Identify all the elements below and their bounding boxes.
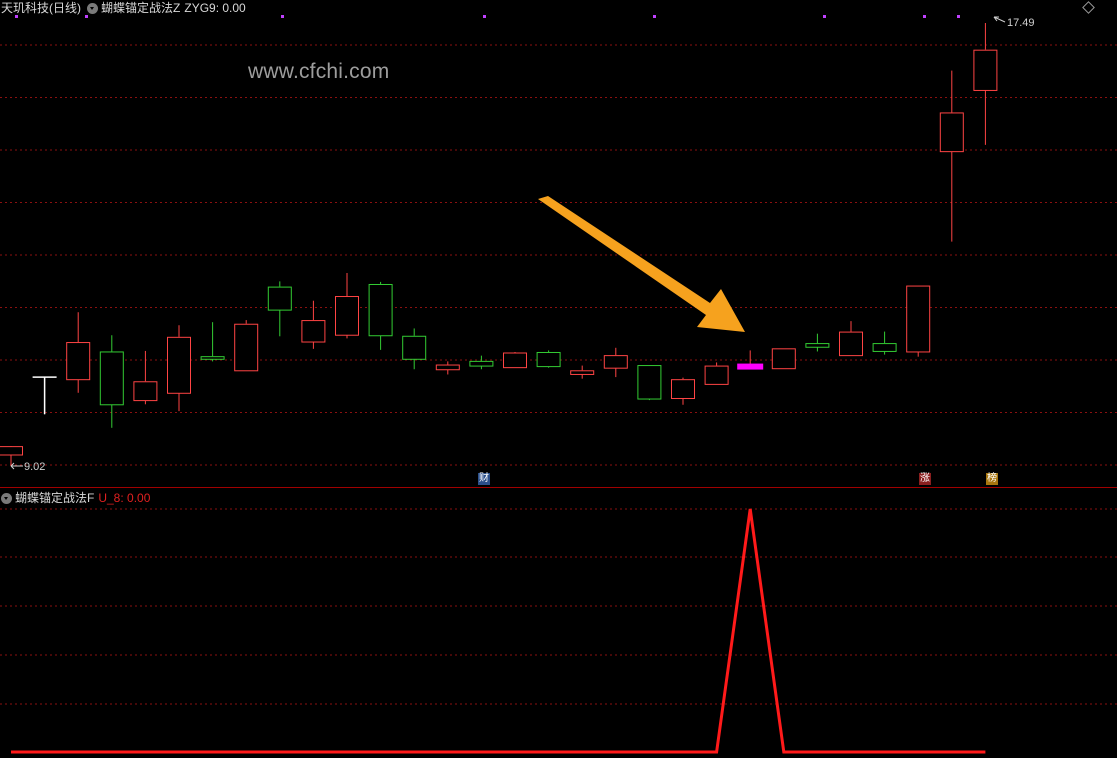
low-pointer bbox=[10, 462, 23, 470]
candle-body bbox=[167, 336, 191, 394]
chevron-down-icon[interactable] bbox=[87, 2, 99, 14]
marker-dot bbox=[281, 15, 284, 18]
indicator-grid bbox=[0, 508, 1117, 705]
candle-body bbox=[335, 296, 359, 336]
candle-body bbox=[771, 348, 796, 370]
marker-dot bbox=[957, 15, 960, 18]
candle bbox=[839, 321, 863, 357]
candle bbox=[637, 365, 662, 401]
candle-body bbox=[200, 356, 225, 360]
candle bbox=[402, 328, 427, 370]
candle bbox=[906, 285, 931, 357]
candle-body bbox=[301, 320, 326, 343]
candle bbox=[805, 333, 830, 352]
candle bbox=[973, 23, 998, 145]
candle bbox=[872, 331, 897, 355]
candle-body bbox=[536, 351, 561, 368]
indicator-pane[interactable]: 蝴蝶锚定战法F U_8: 0.00 bbox=[0, 487, 1117, 757]
ranking-badge[interactable]: 榜 bbox=[986, 473, 998, 485]
candle bbox=[939, 70, 964, 242]
high-price-label: 17.49 bbox=[1007, 17, 1035, 29]
candle bbox=[368, 281, 393, 350]
candle bbox=[503, 351, 527, 369]
candle-body bbox=[99, 351, 124, 406]
candle bbox=[671, 377, 695, 405]
candle-body bbox=[66, 342, 91, 381]
candle-body bbox=[133, 381, 158, 402]
sub-indicator-value: U_8: 0.00 bbox=[98, 491, 151, 505]
candle-body bbox=[570, 370, 595, 375]
candle bbox=[469, 355, 494, 370]
candle-body bbox=[973, 49, 998, 91]
limit-up-badge[interactable]: 涨 bbox=[919, 473, 931, 485]
candle-body bbox=[704, 365, 729, 385]
candle bbox=[267, 281, 292, 337]
chevron-down-icon[interactable] bbox=[1, 492, 12, 504]
indicator-line bbox=[11, 508, 986, 754]
indicator-chart[interactable] bbox=[0, 488, 1117, 758]
candle bbox=[234, 320, 259, 372]
candle bbox=[167, 325, 191, 412]
candle-body bbox=[0, 446, 23, 456]
marker-dot bbox=[483, 15, 486, 18]
candle bbox=[603, 347, 628, 378]
candle-body bbox=[805, 343, 830, 348]
candle-body bbox=[939, 112, 964, 153]
candle bbox=[771, 348, 796, 370]
candle-body bbox=[435, 364, 460, 371]
main-indicator-value: ZYG9: 0.00 bbox=[184, 1, 246, 15]
sub-title-bar: 蝴蝶锚定战法F U_8: 0.00 bbox=[0, 490, 150, 506]
candle bbox=[32, 376, 57, 415]
candle bbox=[570, 365, 595, 379]
low-price-label: 9.02 bbox=[24, 461, 46, 473]
candle bbox=[704, 362, 729, 385]
candle bbox=[0, 446, 23, 466]
candle-body bbox=[503, 352, 527, 369]
main-indicator-name[interactable]: 蝴蝶锚定战法Z bbox=[101, 1, 180, 15]
candle bbox=[435, 361, 460, 375]
main-chart-pane[interactable]: 天玑科技 (日线) 蝴蝶锚定战法Z ZYG9: 0.00 www.cfchi.co… bbox=[0, 0, 1117, 487]
price-grid bbox=[0, 44, 1117, 466]
candlestick-chart[interactable] bbox=[0, 0, 1117, 487]
candle-body bbox=[402, 335, 427, 360]
candle-body bbox=[234, 323, 259, 372]
candle-body bbox=[469, 360, 494, 367]
candle-body bbox=[872, 343, 897, 352]
candle bbox=[200, 322, 225, 362]
sub-indicator-name[interactable]: 蝴蝶锚定战法F bbox=[15, 491, 94, 505]
main-title-bar: 天玑科技 (日线) 蝴蝶锚定战法Z ZYG9: 0.00 bbox=[0, 0, 246, 16]
candle bbox=[536, 350, 561, 368]
candle-body bbox=[368, 283, 393, 337]
candle-body bbox=[603, 355, 628, 369]
marker-dot bbox=[653, 15, 656, 18]
candle-body bbox=[267, 286, 292, 311]
marker-dot bbox=[923, 15, 926, 18]
period-label: (日线) bbox=[49, 1, 82, 15]
candle bbox=[99, 335, 124, 428]
candle-body bbox=[671, 379, 695, 400]
signal-bar bbox=[737, 363, 764, 370]
candle-body bbox=[637, 365, 662, 400]
candle-body bbox=[839, 331, 863, 357]
candle-body bbox=[906, 285, 931, 353]
candle bbox=[133, 350, 158, 405]
candle bbox=[66, 312, 91, 393]
marker-dot bbox=[823, 15, 826, 18]
stock-name: 天玑科技 bbox=[1, 1, 50, 15]
finance-badge[interactable]: 财 bbox=[478, 473, 490, 485]
watermark: www.cfchi.com bbox=[248, 60, 390, 83]
annotation-arrow bbox=[538, 196, 745, 332]
candle bbox=[335, 273, 359, 339]
